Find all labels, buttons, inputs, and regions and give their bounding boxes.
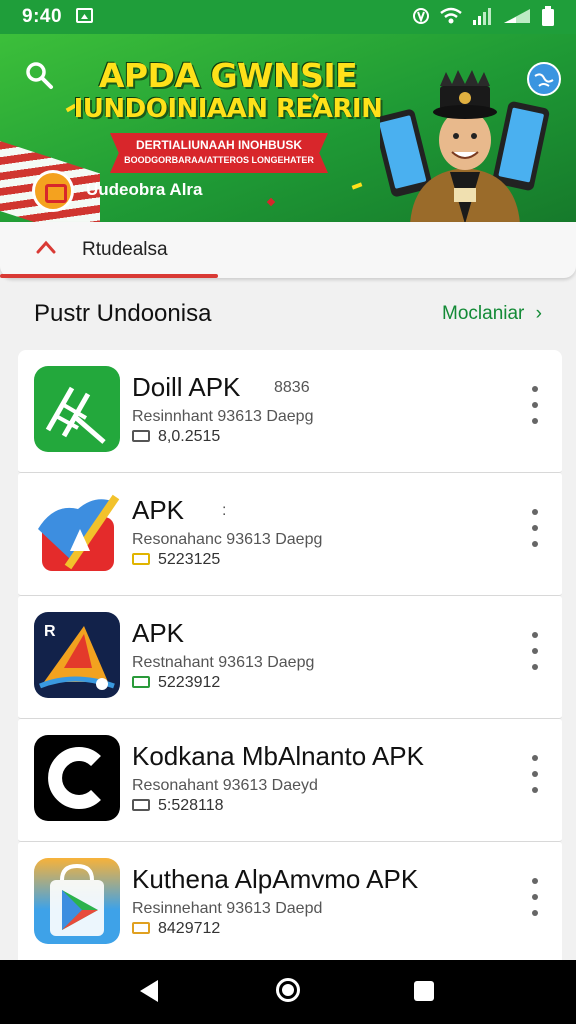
battery-icon (542, 6, 554, 26)
app-size: 8,0.2515 (158, 428, 221, 445)
banner-badge-text: Uudeobra Alra (86, 180, 203, 199)
size-badge-icon (132, 676, 150, 688)
list-item[interactable]: Doill APK 8836 Resinnhant 93613 Daepg 8,… (18, 350, 562, 473)
ladder-icon (34, 366, 120, 452)
app-tag: 8836 (274, 379, 310, 396)
back-icon[interactable] (140, 980, 158, 1002)
chevron-up-icon[interactable] (36, 240, 56, 254)
list-item[interactable]: R APK Restnahant 93613 Daepg 5223912 (18, 596, 562, 719)
app-list: Doill APK 8836 Resinnhant 93613 Daepg 8,… (18, 350, 562, 964)
nfc-icon (413, 8, 429, 24)
app-tag: : (222, 502, 227, 519)
home-icon[interactable] (276, 978, 300, 1002)
overflow-menu-icon[interactable] (530, 632, 540, 680)
tab-indicator (0, 274, 218, 278)
promo-banner[interactable]: APDA GWNSIE IUNDOINIAAN REARIN DERTIALIU… (0, 34, 576, 222)
overflow-menu-icon[interactable] (530, 386, 540, 434)
chevron-right-icon: › (535, 303, 542, 324)
app-size: 5223125 (158, 551, 221, 568)
status-time: 9:40 (22, 6, 63, 27)
confetti-decoration (266, 197, 276, 207)
tv-badge-icon (32, 170, 74, 212)
globe-icon[interactable] (527, 62, 561, 96)
list-item[interactable]: Kuthena AlpAmvmo APK Resinnehant 93613 D… (18, 842, 562, 964)
size-badge-icon (132, 430, 150, 442)
app-subtitle: Resonahanc 93613 Daepg (132, 531, 323, 548)
shopping-bag-icon (34, 858, 120, 944)
paper-plane-icon (34, 489, 120, 575)
signal-icon (473, 8, 491, 25)
app-subtitle: Resinnhant 93613 Daepg (132, 408, 314, 425)
banner-ribbon: DERTIALIUNAAH INOHBUSK BOODGORBARAA/ATTE… (110, 133, 328, 173)
overflow-menu-icon[interactable] (530, 878, 540, 926)
ribbon-line-1: DERTIALIUNAAH INOHBUSK (136, 138, 302, 152)
status-bar: 9:40 (0, 0, 576, 34)
signal-icon (504, 9, 530, 23)
app-size: 8429712 (158, 920, 221, 937)
list-item[interactable]: Kodkana MbAlnanto APK Resonahant 93613 D… (18, 719, 562, 842)
size-badge-icon (132, 799, 150, 811)
image-icon (76, 8, 93, 23)
overflow-menu-icon[interactable] (530, 509, 540, 557)
list-item[interactable]: APK : Resonahanc 93613 Daepg 5223125 (18, 473, 562, 596)
app-subtitle: Resinnehant 93613 Daepd (132, 900, 323, 917)
system-nav-bar (0, 960, 576, 1024)
category-tab-bar: Rtudealsa (0, 222, 576, 278)
tab-active[interactable]: Rtudealsa (82, 239, 168, 261)
size-badge-icon (132, 922, 150, 934)
app-subtitle: Resonahant 93613 Daeyd (132, 777, 318, 794)
app-name: APK (132, 495, 185, 525)
wifi-icon (440, 7, 462, 24)
overflow-menu-icon[interactable] (530, 755, 540, 803)
svg-text:R: R (44, 623, 56, 640)
ribbon-line-2: BOODGORBARAA/ATTEROS LONGEHATER (124, 155, 314, 165)
status-icons (412, 6, 554, 26)
mascot-illustration (380, 70, 550, 222)
sail-icon: R (34, 612, 120, 698)
app-name: Kodkana MbAlnanto APK (132, 741, 424, 771)
app-name: Kuthena AlpAmvmo APK (132, 864, 419, 894)
app-size: 5:528118 (158, 797, 224, 814)
section-title: Pustr Undoonisa (34, 300, 212, 327)
app-name: APK (132, 618, 185, 648)
see-more-label: Moclaniar (442, 303, 525, 324)
app-size: 5223912 (158, 674, 221, 691)
recent-apps-icon[interactable] (414, 981, 434, 1001)
see-more-link[interactable]: Moclaniar › (442, 303, 542, 325)
size-badge-icon (132, 553, 150, 565)
confetti-decoration (351, 182, 363, 190)
app-name: Doill APK (132, 372, 241, 402)
app-subtitle: Restnahant 93613 Daepg (132, 654, 315, 671)
c-letter-icon (34, 735, 120, 821)
